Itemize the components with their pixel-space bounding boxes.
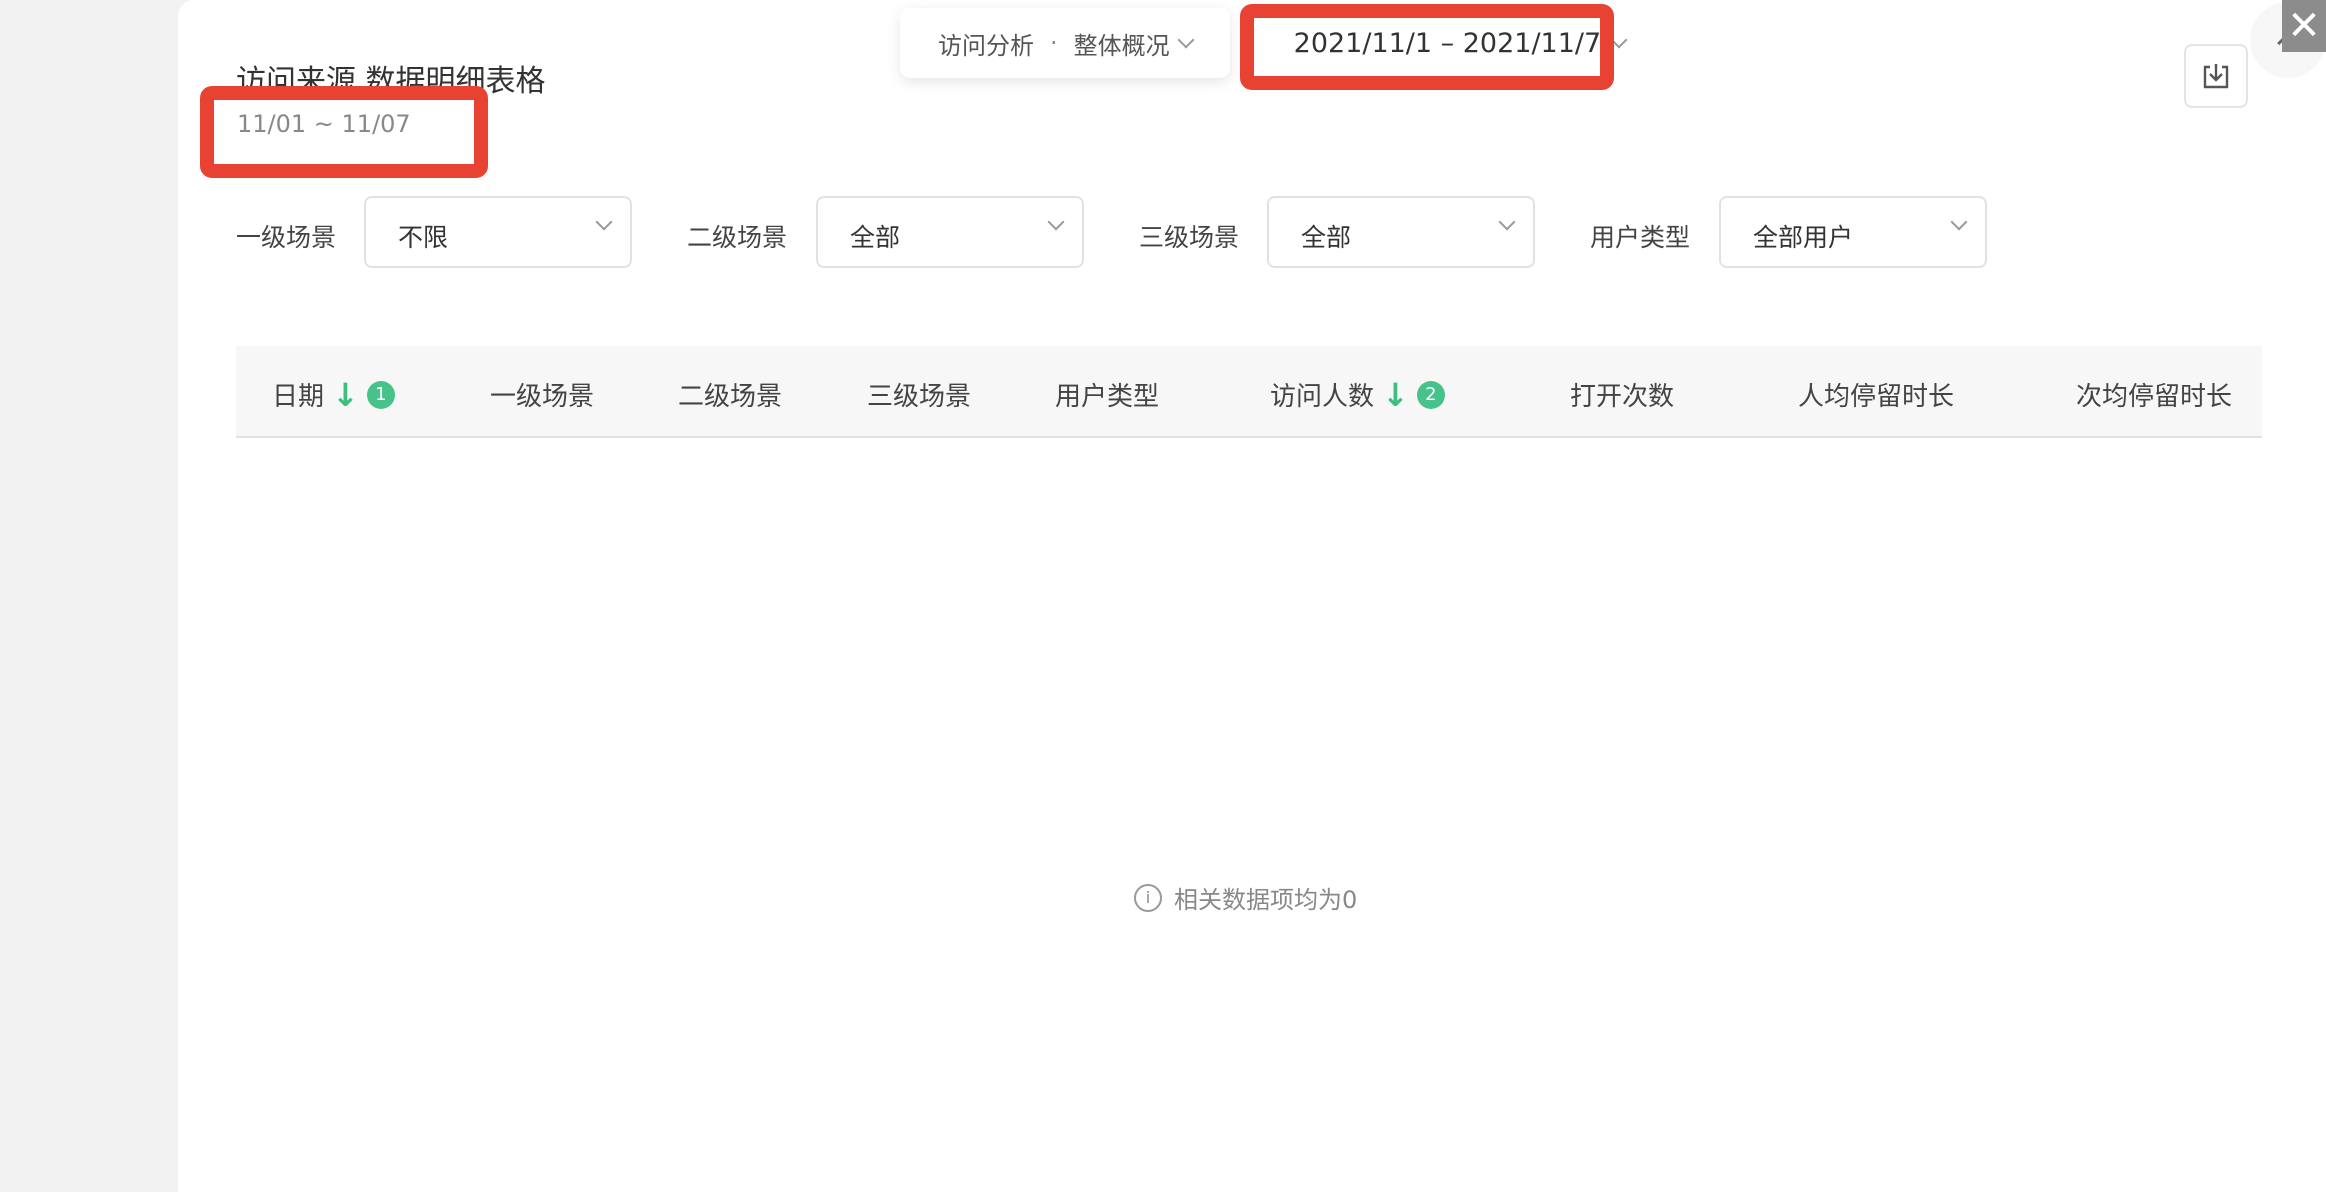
chevron-down-icon (595, 213, 613, 231)
crumb-separator: · (1050, 29, 1058, 57)
filter-label-level2: 二级场景 (687, 223, 788, 252)
download-button[interactable] (2184, 44, 2248, 108)
chevron-down-icon (1498, 213, 1516, 231)
column-header-avg-stay-per-user[interactable]: 人均停留时长 (1798, 376, 1954, 413)
column-header-user-type[interactable]: 用户类型 (1055, 376, 1159, 413)
filter-label-user-type: 用户类型 (1590, 223, 1691, 252)
highlight-box-date-range (1240, 4, 1614, 90)
column-header-level3[interactable]: 三级场景 (867, 376, 971, 413)
column-header-level2[interactable]: 二级场景 (678, 376, 782, 413)
sort-order-badge: 2 (1416, 380, 1445, 409)
filter-value-user-type: 全部用户 (1753, 223, 1854, 252)
filter-label-level1: 一级场景 (236, 223, 337, 252)
column-label: 用户类型 (1055, 382, 1160, 412)
crumb-overview: 整体概况 (1073, 31, 1170, 60)
info-icon: i (1134, 883, 1162, 912)
filter-value-level1: 不限 (398, 223, 449, 252)
column-label: 一级场景 (490, 382, 595, 412)
column-label: 人均停留时长 (1798, 382, 1955, 412)
filter-value-level3: 全部 (1301, 223, 1352, 252)
column-header-date[interactable]: 日期 ↓ 1 (272, 376, 395, 413)
filter-select-level3[interactable]: 全部 (1267, 196, 1535, 268)
column-label: 次均停留时长 (2076, 382, 2233, 412)
chevron-down-icon (1047, 213, 1065, 231)
column-label: 日期 (272, 382, 325, 412)
sort-order-badge: 1 (366, 380, 395, 409)
chevron-down-icon (1950, 213, 1968, 231)
filter-select-level2[interactable]: 全部 (816, 196, 1084, 268)
filter-select-user-type[interactable]: 全部用户 (1719, 196, 1987, 268)
sort-desc-icon: ↓ (332, 375, 359, 414)
column-header-level1[interactable]: 一级场景 (490, 376, 594, 413)
column-header-visitors[interactable]: 访问人数 ↓ 2 (1270, 376, 1445, 413)
column-label: 访问人数 (1270, 382, 1375, 412)
column-header-avg-stay-per-open[interactable]: 次均停留时长 (2076, 376, 2232, 413)
detail-panel (178, 0, 2326, 1192)
chevron-down-icon (1177, 31, 1195, 49)
analysis-breadcrumb-dropdown[interactable]: 访问分析 · 整体概况 (900, 8, 1230, 78)
filter-label-level3: 三级场景 (1139, 223, 1240, 252)
crumb-analysis: 访问分析 (938, 31, 1034, 60)
column-label: 打开次数 (1570, 382, 1675, 412)
filter-select-level1[interactable]: 不限 (364, 196, 632, 268)
table-header: 日期 ↓ 1 一级场景 二级场景 三级场景 用户类型 访问人数 ↓ 2 打开次数… (236, 346, 2262, 438)
sort-desc-icon: ↓ (1382, 375, 1409, 414)
column-label: 二级场景 (678, 382, 783, 412)
column-header-opens[interactable]: 打开次数 (1570, 376, 1674, 413)
filter-value-level2: 全部 (850, 223, 901, 252)
empty-state-text: 相关数据项均为0 (1174, 886, 1358, 914)
column-label: 三级场景 (867, 382, 972, 412)
close-icon: ✕ (2287, 3, 2321, 49)
close-button[interactable]: ✕ (2282, 0, 2326, 52)
empty-state: i 相关数据项均为0 (1134, 880, 1357, 915)
download-icon (2203, 64, 2229, 89)
highlight-box-subtitle (200, 86, 488, 178)
